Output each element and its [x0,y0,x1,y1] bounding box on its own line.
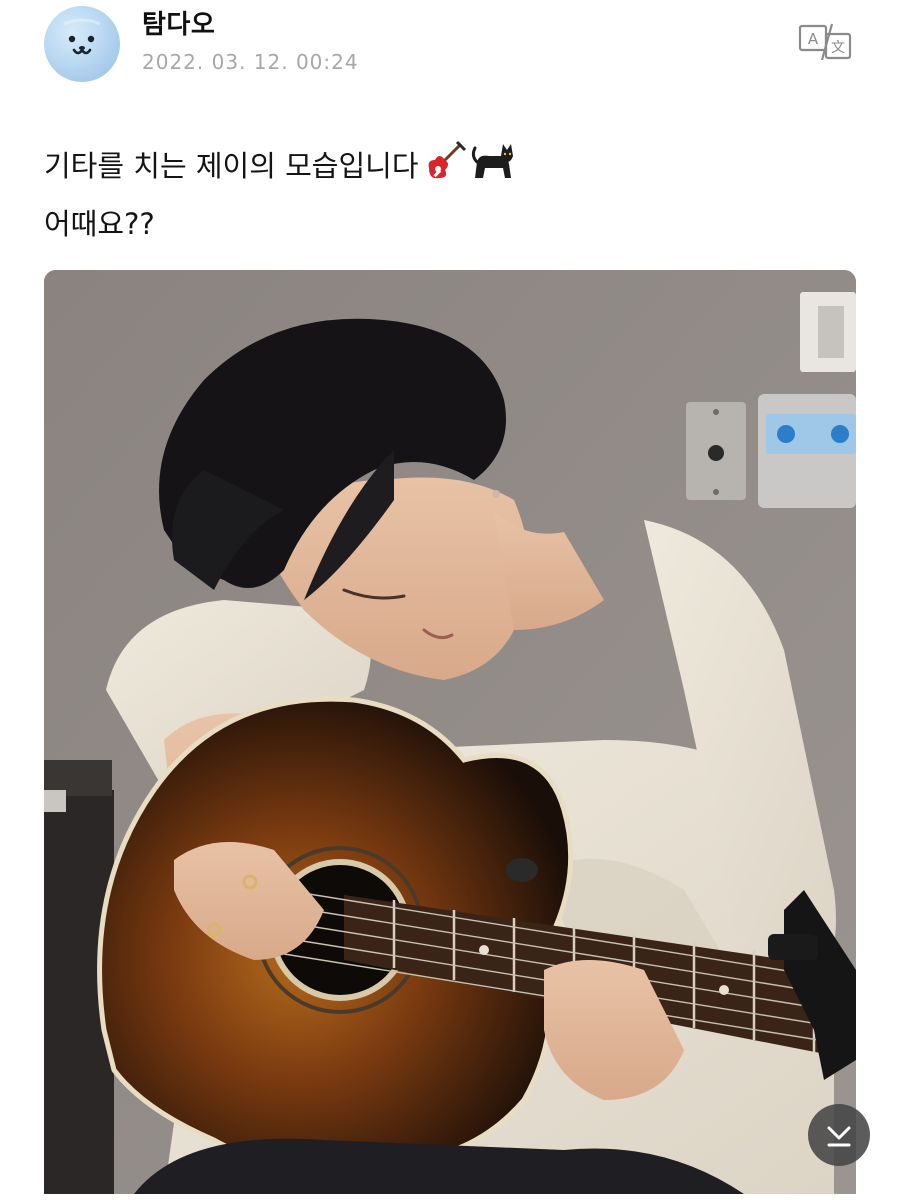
author-name[interactable]: 탐다오 [142,4,215,41]
scroll-to-bottom-button[interactable] [808,1104,870,1166]
chevron-down-icon [827,1126,851,1147]
guitar-emoji-icon [423,138,467,198]
translate-icon: A 文 [798,23,852,61]
post-timestamp: 2022. 03. 12. 00:24 [142,50,359,74]
svg-text:文: 文 [831,40,845,56]
post-text-line-1: 기타를 치는 제이의 모습입니다 [44,149,419,183]
svg-text:A: A [808,30,819,48]
author-avatar[interactable] [44,6,120,82]
avatar-face-icon [63,18,101,55]
translate-button[interactable]: A 文 [796,20,856,64]
photo-illustration [44,270,856,1194]
post-text-line-2: 어때요?? [44,207,155,241]
post-text-line: 기타를 치는 제이의 모습입니다 [44,138,856,198]
post-text-line: 어때요?? [44,198,856,250]
post-photo[interactable] [44,270,856,1194]
post-header: 탐다오 2022. 03. 12. 00:24 A 文 [0,0,900,100]
post-content: 기타를 치는 제이의 모습입니다 어때요?? [44,138,856,250]
black-cat-emoji-icon [471,138,517,198]
